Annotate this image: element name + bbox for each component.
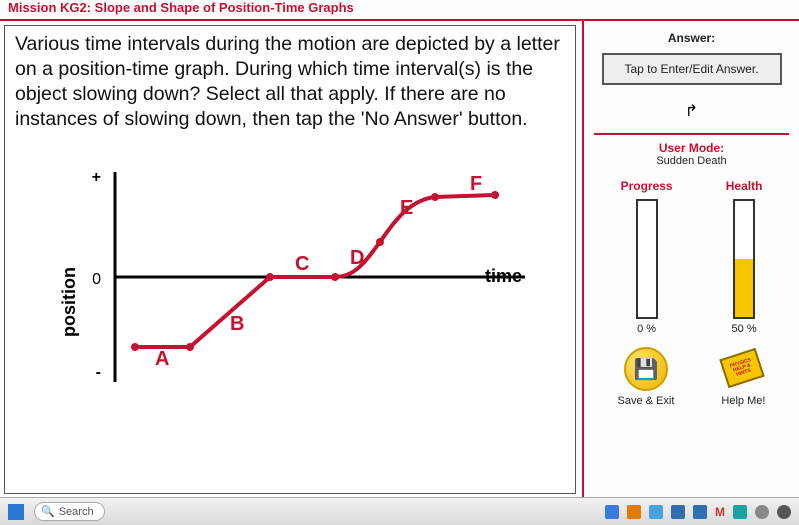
user-mode-label: User Mode:: [659, 141, 724, 155]
x-axis-label: time: [485, 266, 522, 286]
segment-label-e: E: [400, 197, 413, 219]
tray-icon[interactable]: [777, 505, 791, 519]
start-icon[interactable]: [8, 504, 24, 520]
tray-icon[interactable]: [649, 505, 663, 519]
user-mode-value: Sudden Death: [656, 155, 726, 167]
answer-input[interactable]: Tap to Enter/Edit Answer.: [602, 53, 782, 85]
axis-plus: +: [92, 169, 101, 186]
help-book-icon: PHYSICS HELP & HINTS: [721, 347, 765, 391]
save-exit-label: Save & Exit: [618, 395, 675, 407]
tray-icon[interactable]: [693, 505, 707, 519]
segment-label-b: B: [230, 313, 244, 335]
axis-zero: 0: [92, 271, 101, 288]
search-icon: 🔍: [41, 505, 55, 518]
progress-title: Progress: [621, 179, 673, 193]
os-taskbar: 🔍 Search M: [0, 497, 799, 525]
save-exit-button[interactable]: 💾 Save & Exit: [618, 347, 675, 407]
taskbar-search[interactable]: 🔍 Search: [34, 502, 105, 521]
axis-minus: -: [96, 364, 101, 381]
search-placeholder: Search: [59, 506, 94, 518]
taskbar-tray: M: [605, 505, 791, 519]
floppy-disk-icon: 💾: [624, 347, 668, 391]
progress-meter: Progress 0 %: [621, 179, 673, 335]
help-label: Help Me!: [721, 395, 765, 407]
position-time-graph: + 0 - position time A: [15, 142, 565, 489]
question-panel: Various time intervals during the motion…: [4, 25, 576, 494]
progress-pct: 0 %: [637, 323, 656, 335]
y-axis-label: position: [59, 267, 79, 337]
health-meter: Health 50 %: [726, 179, 763, 335]
health-pct: 50 %: [732, 323, 757, 335]
cursor-icon: ↱: [685, 101, 698, 121]
segment-label-d: D: [350, 247, 364, 269]
sidebar: Answer: Tap to Enter/Edit Answer. ↱ User…: [582, 21, 799, 500]
tray-icon[interactable]: M: [715, 505, 725, 519]
segment-label-a: A: [155, 348, 169, 370]
health-fill: [735, 259, 753, 317]
position-curve: [135, 195, 495, 347]
answer-label: Answer:: [668, 31, 715, 45]
tray-icon[interactable]: [755, 505, 769, 519]
tray-icon[interactable]: [671, 505, 685, 519]
divider: [594, 133, 789, 135]
mission-title: Mission KG2: Slope and Shape of Position…: [0, 0, 799, 19]
segment-label-f: F: [470, 173, 482, 195]
segment-label-c: C: [295, 253, 309, 275]
health-title: Health: [726, 179, 763, 193]
tray-icon[interactable]: [605, 505, 619, 519]
tray-icon[interactable]: [733, 505, 747, 519]
tray-icon[interactable]: [627, 505, 641, 519]
help-button[interactable]: PHYSICS HELP & HINTS Help Me!: [721, 347, 765, 407]
question-text: Various time intervals during the motion…: [15, 32, 565, 132]
